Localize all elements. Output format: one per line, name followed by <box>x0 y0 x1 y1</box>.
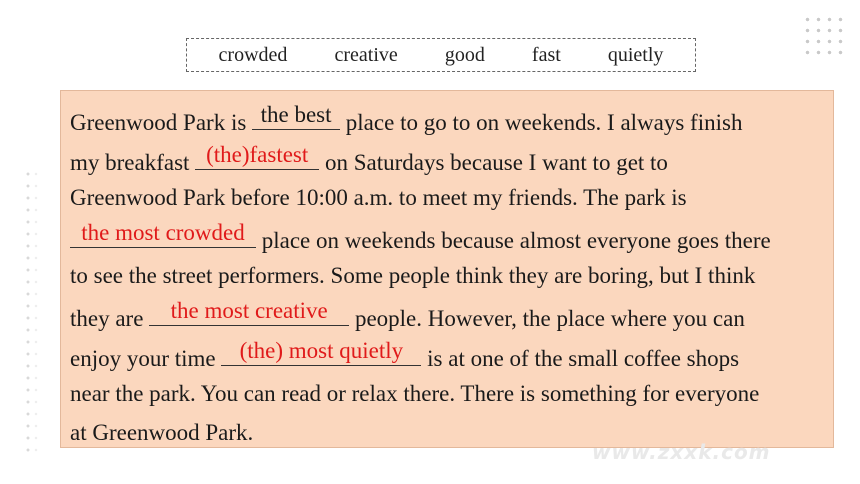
watermark-logo: www.zxxk.com <box>592 440 771 464</box>
answer-text: (the) most quietly <box>239 338 404 363</box>
passage-text: near the park. You can read or relax the… <box>70 381 760 406</box>
word-bank-box: crowded creative good fast quietly <box>186 38 696 72</box>
answer-text: (the)fastest <box>206 142 309 167</box>
answer-blank: (the)fastest <box>195 143 320 170</box>
passage-text: enjoy your time <box>70 346 222 371</box>
passage-text: they are <box>70 306 150 331</box>
word-bank-item: quietly <box>607 43 664 66</box>
word-bank-item: creative <box>334 43 398 66</box>
passage-box: Greenwood Park is the best place to go t… <box>60 90 834 448</box>
passage-text: Greenwood Park is <box>70 110 253 135</box>
passage-line: they are the most creative people. Howev… <box>70 299 745 331</box>
answer-blank: the most crowded <box>70 221 256 248</box>
word-bank-item: good <box>444 43 485 66</box>
passage-text: people. However, the place where you can <box>349 306 745 331</box>
decorative-dot-grid <box>802 14 848 58</box>
answer-blank: the best <box>252 103 341 130</box>
word-bank-item: crowded <box>218 43 288 66</box>
passage-line: the most crowded place on weekends becau… <box>70 221 771 253</box>
passage-line: near the park. You can read or relax the… <box>70 382 759 405</box>
answer-text: the best <box>260 102 332 127</box>
word-bank-item: fast <box>531 43 561 66</box>
passage-text: Greenwood Park before 10:00 a.m. to meet… <box>70 185 687 210</box>
decorative-dotted-line <box>26 168 30 458</box>
passage-line: Greenwood Park before 10:00 a.m. to meet… <box>70 186 687 209</box>
passage-line: Greenwood Park is the best place to go t… <box>70 103 743 135</box>
passage-line: enjoy your time (the) most quietly is at… <box>70 339 740 371</box>
passage-line: at Greenwood Park. <box>70 421 253 444</box>
passage-text: my breakfast <box>70 150 196 175</box>
decorative-dotted-line <box>34 168 38 458</box>
answer-text: the most crowded <box>81 220 245 245</box>
passage-line: to see the street performers. Some peopl… <box>70 264 755 287</box>
passage-text: place to go to on weekends. I always fin… <box>340 110 743 135</box>
passage-text: to see the street performers. Some peopl… <box>70 263 756 288</box>
passage-text: place on weekends because almost everyon… <box>256 228 771 253</box>
passage-text: at Greenwood Park. <box>70 420 254 445</box>
passage-text: on Saturdays because I want to get to <box>319 150 668 175</box>
answer-blank: (the) most quietly <box>221 339 422 366</box>
passage-line: my breakfast (the)fastest on Saturdays b… <box>70 143 668 175</box>
answer-text: the most creative <box>170 298 328 323</box>
answer-blank: the most creative <box>149 299 350 326</box>
passage-text: is at one of the small coffee shops <box>421 346 740 371</box>
